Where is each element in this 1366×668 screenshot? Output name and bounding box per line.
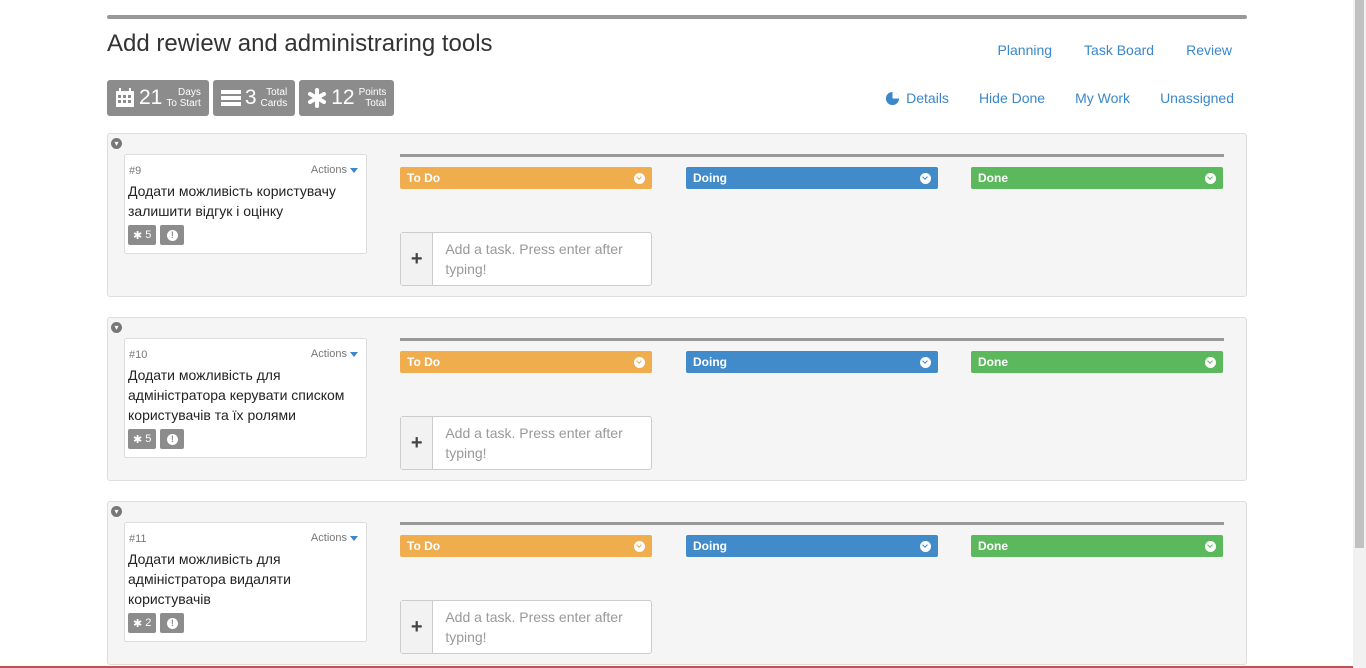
story-swimlane: ▾ #10 Actions Додати можливість для адмі… [107, 317, 1247, 481]
story-title: Додати можливість користувачу залишити в… [128, 183, 336, 219]
stat-value: 12 [331, 86, 355, 109]
story-id: #11 [129, 533, 147, 545]
info-button[interactable]: ! [160, 225, 185, 245]
points-badge: ✱ 5 [128, 429, 157, 449]
stat-points-total: 12 Points Total [299, 80, 395, 116]
exclamation-icon: ! [166, 617, 178, 629]
unassigned-link[interactable]: Unassigned [1160, 90, 1234, 106]
actions-dropdown[interactable]: Actions [311, 348, 358, 360]
top-divider [107, 15, 1247, 19]
column-todo[interactable]: To Do [400, 535, 652, 557]
story-badges: ✱ 5 ! [128, 225, 185, 245]
chevron-down-icon [920, 540, 931, 552]
nav-review[interactable]: Review [1186, 42, 1232, 58]
collapse-toggle-icon[interactable]: ▾ [111, 322, 122, 333]
asterisk-icon [308, 88, 327, 108]
stat-value: 3 [244, 86, 257, 109]
asterisk-icon: ✱ [133, 229, 143, 242]
column-doing[interactable]: Doing [686, 535, 938, 557]
column-done[interactable]: Done [971, 167, 1223, 189]
info-button[interactable]: ! [160, 429, 185, 449]
lane-divider [400, 338, 1224, 341]
page-title: Add rewiew and administraring tools [107, 30, 493, 57]
story-title: Додати можливість для адміністратора вид… [128, 551, 291, 607]
stat-label: Days To Start [166, 87, 201, 109]
story-badges: ✱ 5 ! [128, 429, 185, 449]
info-button[interactable]: ! [160, 613, 185, 633]
collapse-toggle-icon[interactable]: ▾ [111, 138, 122, 149]
chevron-down-icon [1205, 540, 1216, 552]
add-task-input[interactable]: + Add a task. Press enter after typing! [400, 600, 652, 654]
scrollbar-thumb[interactable] [1355, 0, 1364, 548]
exclamation-icon: ! [166, 433, 178, 445]
exclamation-icon: ! [166, 229, 178, 241]
column-doing[interactable]: Doing [686, 351, 938, 373]
caret-down-icon [350, 535, 358, 541]
vertical-scrollbar[interactable] [1353, 0, 1366, 668]
add-task-placeholder: Add a task. Press enter after typing! [445, 609, 623, 645]
stat-value: 21 [139, 86, 163, 109]
column-doing[interactable]: Doing [686, 167, 938, 189]
stat-label: Points Total [358, 87, 387, 109]
actions-dropdown[interactable]: Actions [311, 164, 358, 176]
chevron-down-icon [634, 356, 645, 368]
column-done[interactable]: Done [971, 351, 1223, 373]
chevron-down-icon [1205, 172, 1216, 184]
column-todo[interactable]: To Do [400, 351, 652, 373]
plus-icon[interactable]: + [401, 233, 434, 285]
stats-bar: 21 Days To Start 3 Total Cards 12 Points To… [107, 80, 395, 116]
stat-total-cards: 3 Total Cards [212, 80, 296, 116]
calendar-icon [116, 88, 134, 107]
add-task-input[interactable]: + Add a task. Press enter after typing! [400, 416, 652, 470]
top-nav: Planning Task Board Review [998, 42, 1232, 58]
column-done[interactable]: Done [971, 535, 1223, 557]
chevron-down-icon [634, 172, 645, 184]
add-task-input[interactable]: + Add a task. Press enter after typing! [400, 232, 652, 286]
cards-icon [220, 90, 241, 106]
stat-label: Total Cards [260, 87, 288, 109]
chevron-down-icon [920, 172, 931, 184]
chevron-down-icon [1205, 356, 1216, 368]
story-id: #10 [129, 349, 148, 361]
stat-days-to-start: 21 Days To Start [107, 80, 209, 116]
hide-done-link[interactable]: Hide Done [979, 90, 1045, 106]
add-task-placeholder: Add a task. Press enter after typing! [445, 241, 623, 277]
story-swimlane: ▾ #11 Actions Додати можливість для адмі… [107, 501, 1247, 665]
plus-icon[interactable]: + [401, 417, 434, 469]
story-id: #9 [129, 165, 142, 177]
my-work-link[interactable]: My Work [1075, 90, 1130, 106]
column-todo[interactable]: To Do [400, 167, 652, 189]
pie-chart-icon [886, 91, 900, 105]
lane-divider [400, 522, 1224, 525]
caret-down-icon [350, 351, 358, 357]
collapse-toggle-icon[interactable]: ▾ [111, 506, 122, 517]
story-swimlane: ▾ #9 Actions Додати можливість користува… [107, 133, 1247, 297]
lane-divider [400, 154, 1224, 157]
asterisk-icon: ✱ [133, 433, 143, 446]
nav-task-board[interactable]: Task Board [1084, 42, 1154, 58]
chevron-down-icon [920, 356, 931, 368]
story-card[interactable]: #11 Actions Додати можливість для адміні… [124, 522, 367, 642]
filter-nav: Details Hide Done My Work Unassigned [885, 90, 1234, 106]
points-badge: ✱ 2 [128, 613, 157, 633]
story-card[interactable]: #9 Actions Додати можливість користувачу… [124, 154, 367, 254]
points-badge: ✱ 5 [128, 225, 157, 245]
story-badges: ✱ 2 ! [128, 613, 185, 633]
chevron-down-icon [634, 540, 645, 552]
details-link[interactable]: Details [885, 90, 949, 106]
nav-planning[interactable]: Planning [998, 42, 1053, 58]
actions-dropdown[interactable]: Actions [311, 532, 358, 544]
asterisk-icon: ✱ [133, 617, 143, 630]
caret-down-icon [350, 167, 358, 173]
plus-icon[interactable]: + [401, 601, 434, 653]
story-card[interactable]: #10 Actions Додати можливість для адміні… [124, 338, 367, 458]
add-task-placeholder: Add a task. Press enter after typing! [445, 425, 623, 461]
story-title: Додати можливість для адміністратора кер… [128, 367, 345, 423]
